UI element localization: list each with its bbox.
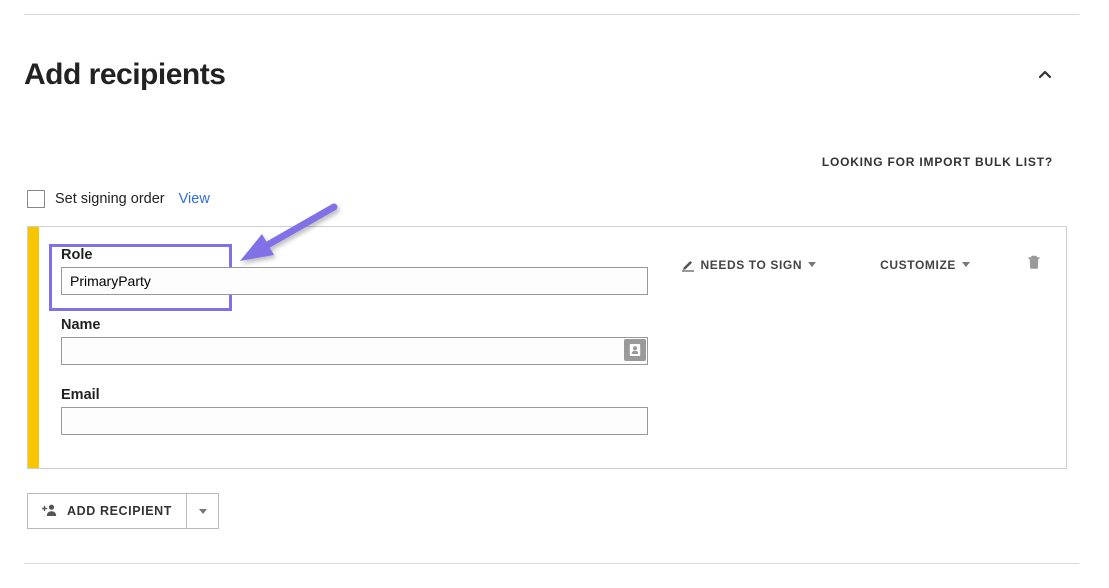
needs-to-sign-dropdown[interactable]: NEEDS TO SIGN [681,258,817,272]
signing-order-label: Set signing order [55,191,165,207]
customize-label: CUSTOMIZE [880,258,956,272]
recipient-card: Role Name Email NEEDS TO SIGN [27,226,1067,469]
needs-to-sign-label: NEEDS TO SIGN [701,258,803,272]
recipient-accent-bar [28,227,39,468]
add-recipient-label: ADD RECIPIENT [67,504,172,518]
recipient-actions: NEEDS TO SIGN CUSTOMIZE [681,254,1066,275]
view-signing-order-link[interactable]: View [179,191,210,207]
collapse-toggle[interactable] [1031,61,1059,89]
page-title: Add recipients [24,58,225,92]
dropdown-caret-icon [962,262,970,267]
trash-icon [1026,254,1042,270]
add-recipient-button[interactable]: ADD RECIPIENT [27,493,186,529]
chevron-up-icon [1037,67,1053,83]
signing-order-row: Set signing order View [27,190,210,208]
add-person-icon [42,503,57,520]
email-label: Email [61,387,648,403]
customize-dropdown[interactable]: CUSTOMIZE [874,258,970,272]
address-book-button[interactable] [624,339,646,361]
page-root: Add recipients LOOKING FOR IMPORT BULK L… [0,0,1109,588]
name-label: Name [61,317,648,333]
role-input[interactable] [61,267,648,295]
import-bulk-list-link[interactable]: LOOKING FOR IMPORT BULK LIST? [822,155,1053,169]
bottom-divider [24,563,1079,564]
section-header: Add recipients [24,58,1079,92]
role-label: Role [61,247,648,263]
address-book-icon [628,343,642,357]
top-divider [24,14,1079,15]
delete-recipient-button[interactable] [1026,254,1042,275]
add-recipient-row: ADD RECIPIENT [27,493,219,529]
dropdown-caret-icon [808,262,816,267]
email-input[interactable] [61,407,648,435]
email-field-group: Email [61,387,648,435]
role-field-group: Role [61,247,648,295]
name-input[interactable] [61,337,648,365]
add-recipient-dropdown[interactable] [186,493,219,529]
signing-order-checkbox[interactable] [27,190,45,208]
name-field-group: Name [61,317,648,365]
pen-icon [681,258,695,272]
dropdown-caret-icon [199,509,207,514]
